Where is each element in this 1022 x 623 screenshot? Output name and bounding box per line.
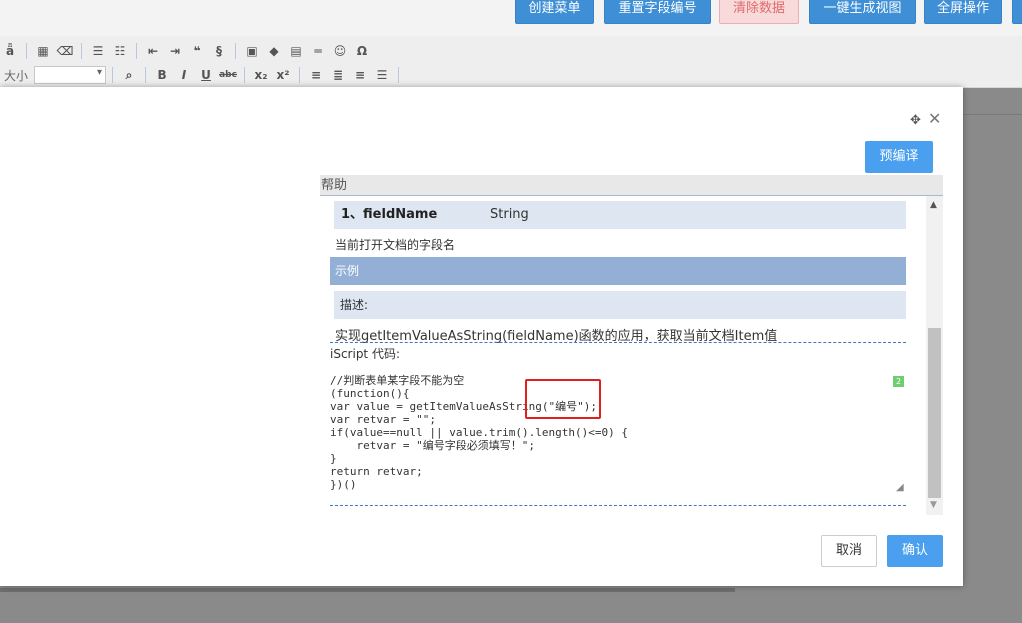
- generate-view-button[interactable]: 一键生成视图: [809, 0, 916, 24]
- align-right-icon[interactable]: ≡: [350, 66, 370, 84]
- align-center-icon[interactable]: ≣: [328, 66, 348, 84]
- precompile-button[interactable]: 预编译: [865, 141, 933, 173]
- vertical-scrollbar[interactable]: ▲ ▼: [926, 196, 943, 515]
- dashed-divider: [330, 342, 906, 343]
- close-icon[interactable]: ✕: [928, 109, 941, 128]
- toolbar-divider: [26, 43, 27, 59]
- dashed-divider: [330, 505, 906, 506]
- reset-field-number-button[interactable]: 重置字段编号: [604, 0, 711, 24]
- find-replace-icon[interactable]: ⌕: [119, 66, 139, 84]
- unordered-list-icon[interactable]: ☷: [110, 42, 130, 60]
- font-size-select[interactable]: [34, 66, 107, 84]
- table-icon[interactable]: ▦: [33, 42, 53, 60]
- emoticon-icon[interactable]: ☺: [330, 42, 350, 60]
- help-panel: 帮助 1、fieldName String 当前打开文档的字段名 示例 描述: …: [320, 175, 943, 515]
- toolbar-divider: [299, 67, 301, 83]
- italic-icon[interactable]: I: [174, 66, 194, 84]
- toolbar-divider: [81, 43, 82, 59]
- example-header: 示例: [330, 257, 906, 285]
- toolbar-divider: [145, 67, 147, 83]
- script-editor-dialog: ✥ ✕ 预编译 帮助 1、fieldName String 当前打开文档的字段名…: [0, 87, 963, 586]
- toolbar-divider: [136, 43, 137, 59]
- clear-data-button[interactable]: 清除数据: [719, 0, 799, 24]
- cancel-button[interactable]: 取消: [821, 535, 877, 567]
- param-type: String: [490, 207, 529, 222]
- strikethrough-icon[interactable]: abc: [218, 66, 238, 84]
- font-size-label: 大小: [4, 68, 29, 83]
- code-title: iScript 代码:: [330, 347, 400, 361]
- toolbar-divider: [112, 67, 114, 83]
- image-icon[interactable]: ▣: [242, 42, 262, 60]
- toolbar-divider: [398, 67, 400, 83]
- help-title: 帮助: [320, 175, 943, 196]
- outdent-icon[interactable]: ⇤: [143, 42, 163, 60]
- highlight-annotation: [525, 379, 601, 419]
- attachment-icon[interactable]: ◆: [264, 42, 284, 60]
- eraser-icon[interactable]: ⌫: [55, 42, 75, 60]
- description-label: 描述:: [334, 291, 906, 319]
- scroll-down-icon[interactable]: ▼: [930, 500, 937, 510]
- toolbar-row-1: ǟ ▦ ⌫ ☰ ☷ ⇤ ⇥ ❝ § ▣ ◆ ▤ ═ ☺ Ω: [0, 40, 372, 62]
- top-action-bar: 创建菜单 重置字段编号 清除数据 一键生成视图 全屏操作: [0, 0, 1022, 36]
- toolbar-divider: [235, 43, 236, 59]
- subscript-icon[interactable]: x₂: [251, 66, 271, 84]
- scroll-thumb[interactable]: [928, 328, 941, 498]
- toolbar-row-2: 大小 ⌕ B I U abc x₂ x² ≡ ≣ ≡ ☰: [0, 64, 403, 86]
- scroll-up-icon[interactable]: ▲: [930, 200, 937, 210]
- create-menu-button[interactable]: 创建菜单: [515, 0, 594, 24]
- code-badge: 2: [893, 376, 904, 387]
- align-justify-icon[interactable]: ☰: [372, 66, 392, 84]
- indent-icon[interactable]: ⇥: [165, 42, 185, 60]
- background-panel: [963, 88, 1022, 623]
- spell-icon[interactable]: ǟ: [0, 42, 20, 60]
- param-row: 1、fieldName String: [334, 201, 906, 229]
- resize-grip-icon[interactable]: ◢: [896, 482, 904, 493]
- ordered-list-icon[interactable]: ☰: [88, 42, 108, 60]
- horizontal-rule-icon[interactable]: ═: [308, 42, 328, 60]
- editor-toolbar: ǟ ▦ ⌫ ☰ ☷ ⇤ ⇥ ❝ § ▣ ◆ ▤ ═ ☺ Ω 大小 ⌕ B I U…: [0, 36, 1022, 88]
- param-name: 1、fieldName: [341, 207, 438, 222]
- code-icon[interactable]: §: [209, 42, 229, 60]
- confirm-button[interactable]: 确认: [887, 535, 943, 567]
- grid-icon[interactable]: ▤: [286, 42, 306, 60]
- blockquote-icon[interactable]: ❝: [187, 42, 207, 60]
- divider: [963, 114, 1022, 115]
- move-icon[interactable]: ✥: [910, 113, 921, 128]
- align-left-icon[interactable]: ≡: [306, 66, 326, 84]
- toolbar-divider: [244, 67, 246, 83]
- fullscreen-button[interactable]: 全屏操作: [924, 0, 1002, 24]
- code-editor[interactable]: //判断表单某字段不能为空 (function(){ var value = g…: [330, 374, 906, 492]
- underline-icon[interactable]: U: [196, 66, 216, 84]
- bold-icon[interactable]: B: [152, 66, 172, 84]
- superscript-icon[interactable]: x²: [273, 66, 293, 84]
- param-description: 当前打开文档的字段名: [335, 238, 456, 252]
- help-content: 1、fieldName String 当前打开文档的字段名 示例 描述: 实现g…: [320, 196, 926, 515]
- background-shadow: [0, 588, 735, 592]
- special-char-icon[interactable]: Ω: [352, 42, 372, 60]
- more-button[interactable]: [1012, 0, 1022, 24]
